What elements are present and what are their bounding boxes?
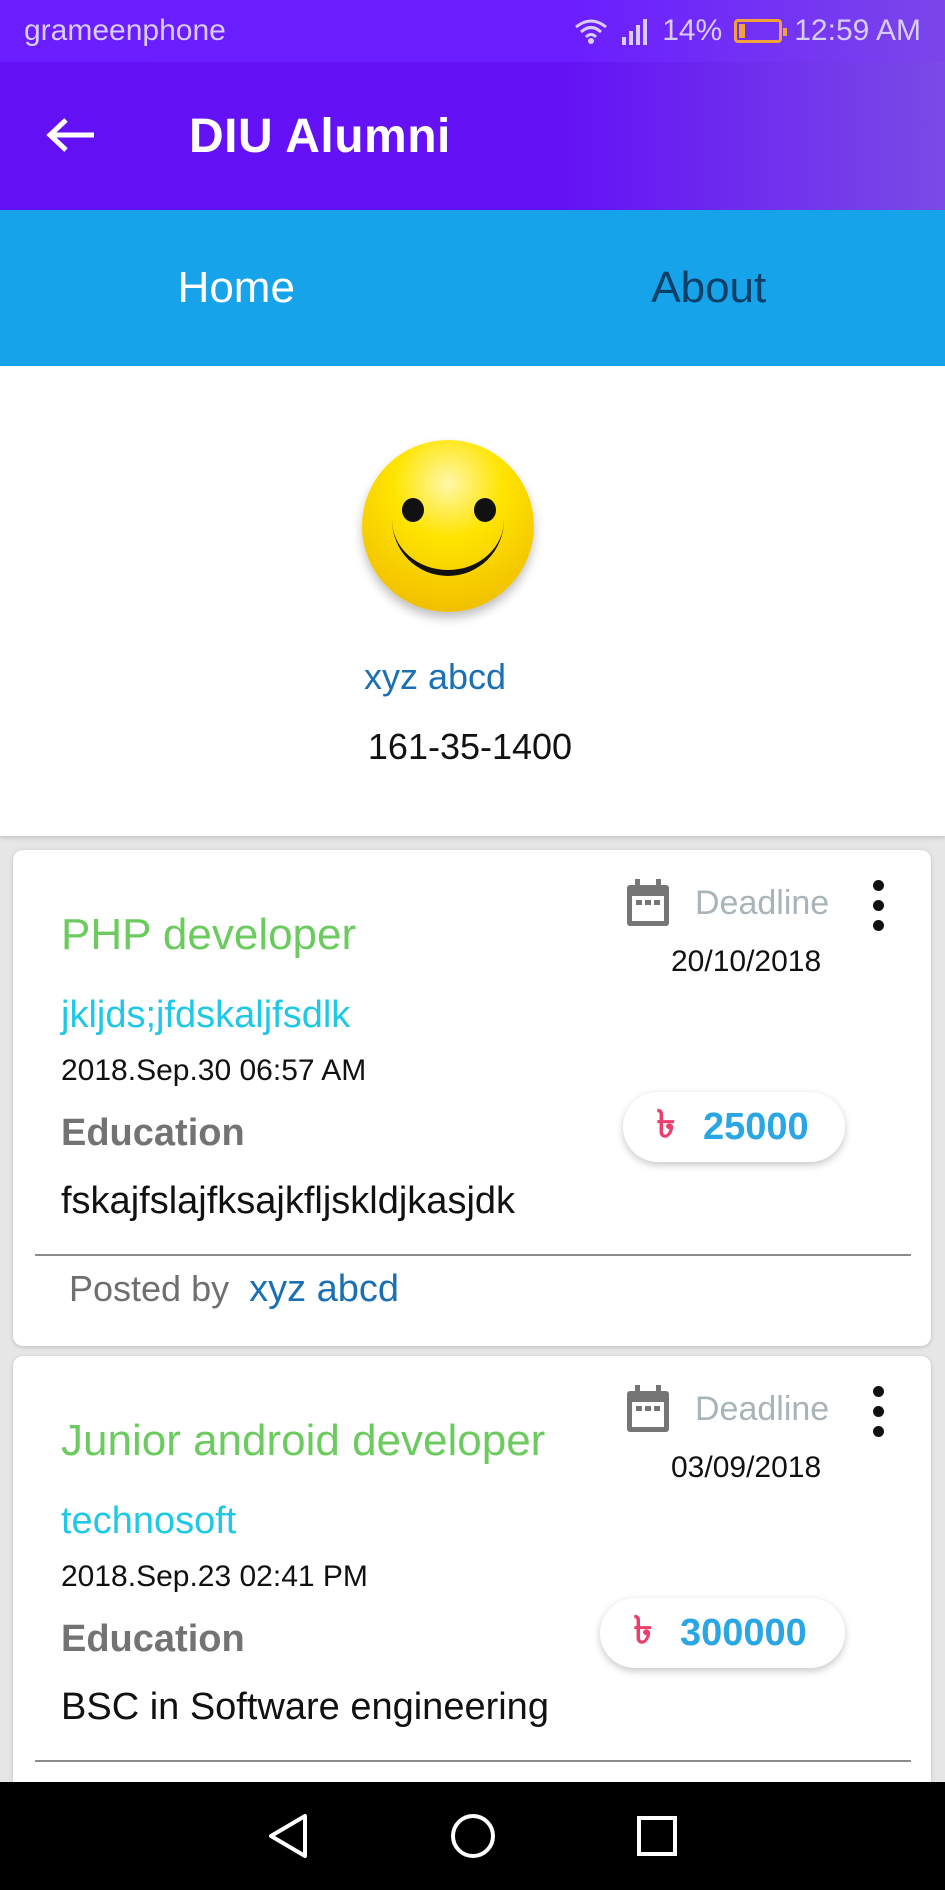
education-value: BSC in Software engineering xyxy=(61,1686,549,1728)
job-title: Junior android developer xyxy=(61,1416,546,1465)
tab-bar: Home About xyxy=(0,210,945,366)
salary-chip: ৳ 300000 xyxy=(600,1598,845,1668)
tab-home[interactable]: Home xyxy=(0,210,473,366)
signal-icon xyxy=(622,19,648,45)
job-card[interactable]: PHP developer jkljds;jfdskaljfsdlk 2018.… xyxy=(13,850,931,1346)
posted-time: 2018.Sep.30 06:57 AM xyxy=(61,1054,367,1087)
education-label: Education xyxy=(61,1618,245,1660)
battery-icon xyxy=(734,19,788,43)
app-bar: DIU Alumni xyxy=(0,62,945,210)
posted-by-name[interactable]: xyz abcd xyxy=(249,1268,399,1311)
salary-chip: ৳ 25000 xyxy=(623,1092,845,1162)
system-nav-bar xyxy=(0,1782,945,1890)
profile-header: xyz abcd 161-35-1400 xyxy=(0,366,945,836)
education-value: fskajfslajfksajkfljskldjkasjdk xyxy=(61,1180,516,1222)
job-title: PHP developer xyxy=(61,910,357,959)
deadline-date: 03/09/2018 xyxy=(671,1451,822,1484)
app-title: DIU Alumni xyxy=(189,109,451,163)
recents-square-icon xyxy=(636,1816,677,1856)
status-icons: 14% 12:59 AM xyxy=(574,14,921,48)
salary-value: 25000 xyxy=(703,1105,809,1148)
calendar-icon xyxy=(627,1385,669,1432)
profile-id: 161-35-1400 xyxy=(367,726,573,767)
calendar-icon xyxy=(627,879,669,926)
tab-about[interactable]: About xyxy=(473,210,945,366)
home-circle-icon xyxy=(450,1814,495,1858)
education-label: Education xyxy=(61,1112,245,1154)
smiley-face-icon xyxy=(362,440,534,612)
more-vert-icon[interactable] xyxy=(871,1386,885,1438)
divider xyxy=(35,1760,911,1762)
posted-by-row: Posted by xyz abcd xyxy=(69,1268,399,1311)
profile-name[interactable]: xyz abcd xyxy=(0,656,870,698)
more-vert-icon[interactable] xyxy=(871,880,885,932)
arrow-left-icon xyxy=(46,118,94,152)
nav-recents-button[interactable] xyxy=(630,1809,684,1863)
carrier-name: grameenphone xyxy=(24,14,226,47)
battery-percent: 14% xyxy=(662,14,723,47)
back-triangle-icon xyxy=(268,1814,307,1858)
company-name: technosoft xyxy=(61,1500,237,1542)
back-button[interactable] xyxy=(0,110,145,162)
status-bar: grameenphone 14% 12:59 AM xyxy=(0,0,945,62)
salary-value: 300000 xyxy=(680,1611,807,1654)
deadline-label: Deadline xyxy=(695,884,830,922)
wifi-icon xyxy=(575,19,608,44)
nav-home-button[interactable] xyxy=(446,1809,500,1863)
nav-back-button[interactable] xyxy=(262,1809,316,1863)
posted-by-label: Posted by xyxy=(69,1268,230,1309)
divider xyxy=(35,1254,911,1256)
deadline-date: 20/10/2018 xyxy=(671,945,822,978)
posted-time: 2018.Sep.23 02:41 PM xyxy=(61,1560,368,1593)
taka-icon: ৳ xyxy=(656,1104,676,1146)
company-name: jkljds;jfdskaljfsdlk xyxy=(61,994,351,1036)
taka-icon: ৳ xyxy=(633,1610,653,1652)
clock: 12:59 AM xyxy=(794,14,921,47)
deadline-label: Deadline xyxy=(695,1390,830,1428)
